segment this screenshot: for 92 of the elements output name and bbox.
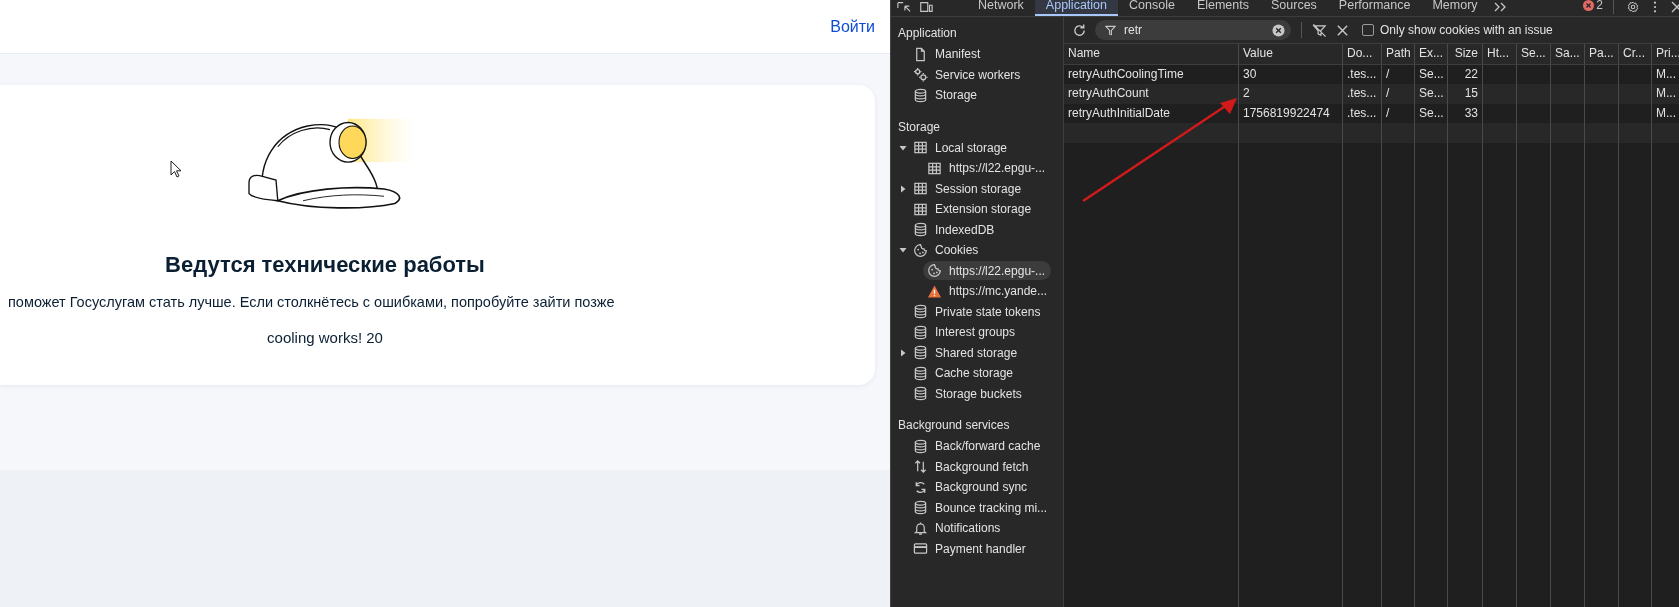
column-header[interactable]: Se... <box>1517 44 1551 64</box>
devtools-tab[interactable]: Network <box>967 0 1035 16</box>
bell-icon <box>913 520 928 536</box>
sidebar-item[interactable]: Storage buckets <box>913 384 1028 404</box>
sidebar-item[interactable]: Cookies <box>913 240 985 260</box>
up-down-arrows-icon <box>913 459 928 475</box>
sidebar-item[interactable]: https://l22.epgu-... <box>923 261 1052 281</box>
grid-icon <box>913 140 928 156</box>
column-header[interactable]: Sa... <box>1551 44 1585 64</box>
column-header[interactable]: Cr... <box>1619 44 1652 64</box>
column-header[interactable]: Path <box>1382 44 1415 64</box>
database-icon <box>913 500 928 516</box>
clear-filter-icon[interactable] <box>1312 22 1327 38</box>
funnel-icon <box>1105 24 1116 36</box>
column-header[interactable]: Pa... <box>1585 44 1619 64</box>
error-count[interactable]: 2 <box>1596 0 1603 11</box>
sidebar-item[interactable]: Service workers <box>913 65 1027 85</box>
grid-icon <box>927 160 942 176</box>
sidebar-item[interactable]: Background sync <box>913 477 1034 497</box>
sidebar-item[interactable]: https://l22.epgu-... <box>927 158 1052 178</box>
database-icon <box>913 365 928 381</box>
database-icon <box>913 386 928 402</box>
sidebar-section-title: Storage <box>897 118 942 136</box>
table-cell: .tes... <box>1343 84 1382 104</box>
file-icon <box>913 46 928 62</box>
sidebar-item[interactable]: Notifications <box>913 518 1007 538</box>
devtools-tab[interactable]: Console <box>1118 0 1186 16</box>
expanded-triangle-icon[interactable] <box>899 246 907 255</box>
database-icon <box>913 345 928 361</box>
devtools-tab[interactable]: Application <box>1034 0 1118 16</box>
device-toggle-icon[interactable] <box>919 1 933 13</box>
grid-icon <box>913 201 928 217</box>
collapsed-triangle-icon[interactable] <box>899 184 907 193</box>
sidebar-item[interactable]: https://mc.yande... <box>927 281 1054 301</box>
column-header[interactable]: Name <box>1064 44 1239 64</box>
database-icon <box>913 222 928 238</box>
table-cell: M... <box>1652 84 1679 104</box>
checkbox[interactable] <box>1362 24 1374 36</box>
login-link[interactable]: Войти <box>830 17 875 36</box>
sidebar-item[interactable]: IndexedDB <box>913 220 1001 240</box>
filter-field[interactable]: retr <box>1095 20 1291 40</box>
column-header[interactable]: Ex... <box>1415 44 1448 64</box>
page-title: Ведутся технические работы <box>165 252 485 278</box>
sync-icon <box>913 479 928 495</box>
expanded-triangle-icon[interactable] <box>899 143 907 152</box>
table-cell: Se... <box>1415 84 1448 104</box>
column-header[interactable]: Pri... <box>1652 44 1679 64</box>
cookie-icon <box>927 263 942 279</box>
sidebar-item[interactable]: Storage <box>913 85 984 105</box>
cookie-icon <box>913 242 928 258</box>
table-cell: 15 <box>1448 84 1483 104</box>
status-text: cooling works! 20 <box>267 329 383 346</box>
sidebar-item[interactable]: Manifest <box>913 44 987 64</box>
mouse-cursor-icon <box>170 160 182 178</box>
refresh-icon[interactable] <box>1072 22 1087 38</box>
sidebar-item[interactable]: Session storage <box>913 179 1028 199</box>
sidebar-item[interactable]: Interest groups <box>913 322 1022 342</box>
gears-icon <box>913 67 928 83</box>
column-header[interactable]: Ht... <box>1483 44 1517 64</box>
sidebar-item[interactable]: Payment handler <box>913 539 1032 559</box>
collapsed-triangle-icon[interactable] <box>899 348 907 357</box>
database-icon <box>913 87 928 103</box>
sidebar-item[interactable]: Cache storage <box>913 363 1020 383</box>
sidebar-item[interactable]: Bounce tracking mi... <box>913 498 1054 518</box>
column-header[interactable]: Do... <box>1343 44 1382 64</box>
sidebar-item[interactable]: Extension storage <box>913 199 1038 219</box>
more-tabs-chevron-icon[interactable] <box>1492 1 1507 13</box>
sidebar-item[interactable]: Shared storage <box>913 343 1024 363</box>
sidebar-section-title: Application <box>897 25 958 42</box>
devtools-tab[interactable]: Elements <box>1185 0 1260 16</box>
devtools-tab[interactable]: Memory <box>1421 0 1489 16</box>
database-icon <box>913 438 928 454</box>
description-text: поможет Госуслугам стать лучше. Если столкнётесь с ошибками, попробуйте зайти позже <box>8 294 615 310</box>
grid-icon <box>913 181 928 197</box>
card-icon <box>913 541 928 557</box>
column-header[interactable]: Value <box>1239 44 1343 64</box>
sidebar-section-title: Background services <box>897 417 1011 434</box>
table-cell: 2 <box>1239 84 1343 104</box>
table-cell: / <box>1382 84 1415 104</box>
sidebar-item[interactable]: Back/forward cache <box>913 436 1047 456</box>
database-icon <box>913 304 928 320</box>
warning-icon <box>927 283 942 299</box>
sidebar-item[interactable]: Background fetch <box>913 457 1035 477</box>
devtools-tab[interactable]: Performance <box>1327 0 1422 16</box>
database-icon <box>913 324 928 340</box>
clear-icon[interactable] <box>1272 23 1285 37</box>
sidebar-item[interactable]: Private state tokens <box>913 302 1047 322</box>
inspect-icon[interactable] <box>897 1 911 13</box>
settings-icon[interactable] <box>1626 1 1640 13</box>
devtools-tab[interactable]: Sources <box>1260 0 1328 16</box>
column-header[interactable]: Size <box>1448 44 1483 64</box>
sidebar-item[interactable]: Local storage <box>913 138 1014 158</box>
